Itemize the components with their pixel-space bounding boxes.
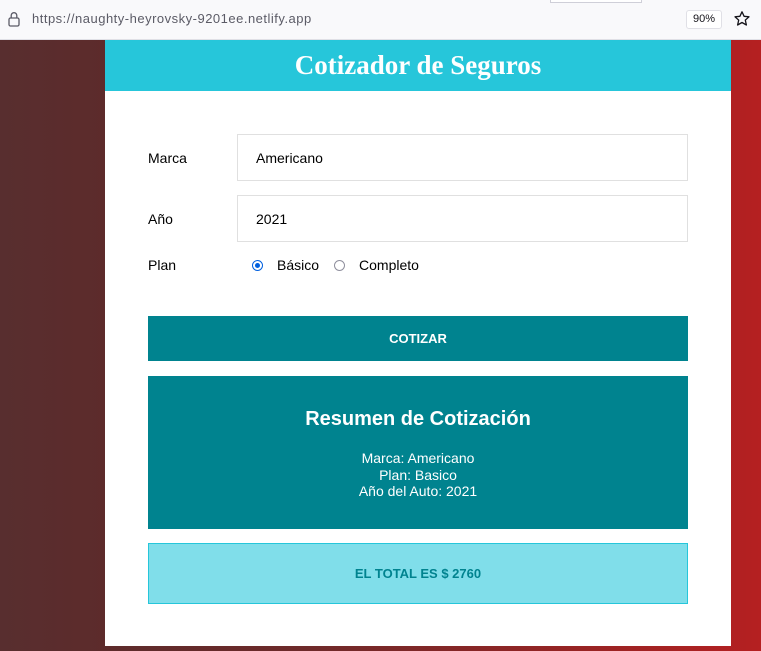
resumen-marca: Marca: Americano <box>361 450 475 466</box>
lock-icon[interactable] <box>8 11 20 27</box>
resumen-panel: Resumen de Cotización Marca: Americano P… <box>148 376 688 529</box>
anio-label: Año <box>148 210 173 227</box>
marca-row: Marca Americano <box>148 134 688 181</box>
plan-completo-radio[interactable] <box>334 259 346 271</box>
plan-completo-label[interactable]: Completo <box>359 257 419 273</box>
plan-row: Plan Básico Completo <box>148 256 434 274</box>
plan-radio-group: Básico Completo <box>252 257 434 273</box>
marca-select[interactable]: Americano <box>237 134 688 181</box>
plan-basico-label[interactable]: Básico <box>277 257 319 273</box>
bookmark-star-icon[interactable] <box>733 10 751 28</box>
marca-label: Marca <box>148 149 187 166</box>
tab-strip-edge <box>550 0 642 3</box>
zoom-level-badge[interactable]: 90% <box>686 10 722 29</box>
total-result: EL TOTAL ES $ 2760 <box>148 543 688 604</box>
browser-toolbar: https://naughty-heyrovsky-9201ee.netlify… <box>0 0 761 40</box>
app-header: Cotizador de Seguros <box>105 40 731 91</box>
plan-label: Plan <box>148 257 177 273</box>
resumen-details: Marca: Americano Plan: Basico Año del Au… <box>148 450 688 500</box>
resumen-title: Resumen de Cotización <box>305 408 531 430</box>
resumen-anio: Año del Auto: 2021 <box>358 483 478 499</box>
page-title: Cotizador de Seguros <box>294 50 542 80</box>
anio-row: Año 2021 <box>148 195 688 242</box>
anio-select[interactable]: 2021 <box>237 195 688 242</box>
address-bar-url[interactable]: https://naughty-heyrovsky-9201ee.netlify… <box>32 11 312 26</box>
cotizar-button[interactable]: COTIZAR <box>148 316 688 361</box>
plan-basico-radio[interactable] <box>252 259 263 271</box>
resumen-plan: Plan: Basico <box>379 466 457 483</box>
app-container: Cotizador de Seguros Marca Americano Año… <box>105 40 731 646</box>
